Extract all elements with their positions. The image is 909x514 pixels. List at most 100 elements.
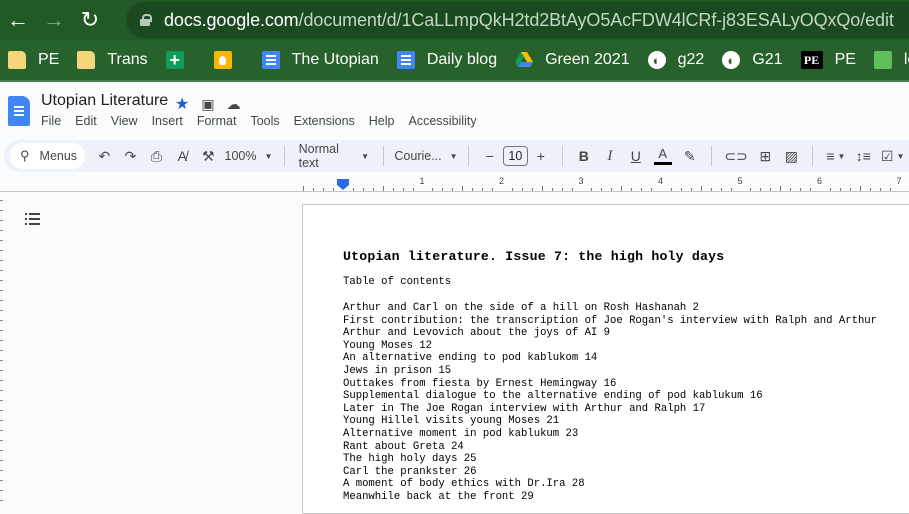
toc-entry[interactable]: The high holy days 25 — [343, 453, 877, 466]
bookmark-green-2021[interactable]: Green 2021 — [515, 51, 630, 69]
link-icon[interactable]: ⊂⊃ — [724, 148, 747, 165]
globe-icon: ◐ — [722, 51, 741, 69]
toc-entry[interactable]: Rant about Greta 24 — [343, 441, 877, 454]
zoom-select[interactable]: 100% ▼ — [225, 149, 273, 163]
search-menus-button[interactable]: ⚲ Menus — [10, 143, 86, 169]
bookmark-daily-blog[interactable]: Daily blog — [396, 51, 497, 69]
ruler-tick — [472, 188, 474, 191]
align-icon[interactable]: ≡ ▼ — [826, 148, 845, 164]
text-color-button[interactable]: A — [653, 147, 672, 165]
reload-icon: ↻ — [80, 7, 100, 32]
bookmark-g21[interactable]: ◐ G21 — [722, 51, 783, 69]
undo-icon[interactable]: ↶ — [97, 148, 111, 165]
url-field[interactable]: docs.google.com/document/d/1CaLLmpQkH2td… — [126, 2, 909, 38]
toc-entry[interactable]: An alternative ending to pod kablukom 14 — [343, 352, 877, 365]
ruler-tick — [452, 188, 454, 191]
cloud-saved-icon[interactable]: ☁ — [227, 96, 241, 113]
style-select[interactable]: Normal text ▼ — [299, 142, 369, 170]
toc-entry[interactable]: Young Moses 12 — [343, 340, 877, 353]
bookmark-the-utopian[interactable]: The Utopian — [261, 51, 379, 69]
sheets-icon: + — [165, 50, 184, 70]
move-folder-icon[interactable]: ▣ — [201, 96, 214, 113]
toc-entry[interactable]: A moment of body ethics with Dr.Ira 28 — [343, 478, 877, 491]
toc-entry[interactable]: Meanwhile back at the front 29 — [343, 491, 877, 504]
toolbar-divider — [467, 146, 469, 166]
toc-entry[interactable]: Later in The Joe Rogan interview with Ar… — [343, 403, 877, 416]
back-arrow-icon: ← — [7, 7, 29, 32]
ruler-tick — [790, 188, 792, 191]
line-spacing-icon[interactable]: ↕≡ — [856, 148, 871, 164]
ruler-tick — [521, 188, 523, 191]
toc-entry[interactable]: Young Hillel visits young Moses 21 — [343, 415, 877, 428]
toc-entry[interactable]: Supplemental dialogue to the alternative… — [343, 390, 877, 403]
print-icon[interactable]: ⎙ — [149, 148, 163, 165]
ruler-number: 1 — [419, 176, 425, 186]
document-title[interactable]: Utopian Literature — [41, 92, 168, 110]
bookmark-g22[interactable]: ◐ g22 — [647, 51, 704, 69]
menu-file[interactable]: File — [41, 114, 61, 128]
toc-list: Arthur and Carl on the side of a hill on… — [343, 302, 877, 504]
menu-format[interactable]: Format — [197, 114, 237, 128]
spellcheck-icon[interactable]: A̸ — [175, 148, 189, 164]
menu-bar: File Edit View Insert Format Tools Exten… — [41, 114, 491, 128]
increase-font-size-icon[interactable]: + — [534, 148, 548, 164]
menu-insert[interactable]: Insert — [152, 114, 183, 128]
font-size-input[interactable]: 10 — [502, 146, 528, 166]
ruler-tick — [412, 188, 414, 191]
back-button[interactable]: ← — [0, 0, 36, 40]
ruler-tick — [849, 188, 851, 191]
italic-button[interactable]: I — [603, 148, 617, 165]
ruler-tick — [352, 188, 354, 191]
add-comment-icon[interactable]: ⊞ — [758, 148, 772, 165]
outline-icon[interactable] — [25, 212, 41, 226]
bookmark-local[interactable]: local — [873, 51, 909, 69]
bookmark-trans[interactable]: Trans — [77, 51, 148, 69]
docs-home-icon[interactable] — [8, 96, 30, 126]
toc-entry[interactable]: Arthur and Levovich about the joys of AI… — [343, 327, 877, 340]
toc-entry[interactable]: Alternative moment in pod kablukum 23 — [343, 428, 877, 441]
toc-entry[interactable]: Jews in prison 15 — [343, 365, 877, 378]
indent-marker[interactable] — [337, 179, 349, 190]
paint-format-icon[interactable]: ⚒ — [201, 148, 215, 165]
menu-accessibility[interactable]: Accessibility — [409, 114, 477, 128]
ruler-tick — [780, 186, 782, 191]
underline-button[interactable]: U — [629, 148, 643, 164]
menu-extensions[interactable]: Extensions — [294, 114, 355, 128]
star-icon[interactable]: ★ — [175, 94, 189, 114]
menu-edit[interactable]: Edit — [75, 114, 97, 128]
document-page[interactable]: Utopian literature. Issue 7: the high ho… — [302, 204, 909, 514]
ruler-tick — [839, 188, 841, 191]
checklist-icon[interactable]: ☑ ▼ — [881, 148, 904, 165]
decrease-font-size-icon[interactable]: − — [483, 148, 497, 164]
bookmark-label: PE — [834, 51, 856, 68]
menu-help[interactable]: Help — [369, 114, 395, 128]
bookmark-keep[interactable] — [213, 51, 244, 69]
toc-entry[interactable]: First contribution: the transcription of… — [343, 315, 877, 328]
highlight-pen-icon[interactable]: ✎ — [683, 148, 697, 165]
bookmark-pe-site[interactable]: PE PE — [800, 51, 856, 69]
font-select[interactable]: Courie... ▼ — [394, 149, 457, 163]
ruler-tick — [541, 186, 543, 191]
keep-icon — [213, 51, 232, 69]
ruler-tick — [372, 188, 374, 191]
drive-icon — [515, 51, 534, 69]
ruler-tick — [829, 188, 831, 191]
bookmark-pe[interactable]: PE — [8, 51, 59, 69]
menu-view[interactable]: View — [111, 114, 138, 128]
ruler-tick — [492, 188, 494, 191]
bold-button[interactable]: B — [577, 148, 591, 164]
ruler-tick — [392, 188, 394, 191]
forward-button[interactable]: → — [36, 0, 72, 40]
redo-icon[interactable]: ↷ — [123, 148, 137, 165]
bookmark-label: The Utopian — [291, 51, 379, 68]
toc-entry[interactable]: Carl the prankster 26 — [343, 466, 877, 479]
bookmark-label: PE — [38, 51, 60, 68]
insert-image-icon[interactable]: ▨ — [784, 148, 798, 165]
menu-tools[interactable]: Tools — [250, 114, 279, 128]
toc-entry[interactable]: Outtakes from fiesta by Ernest Hemingway… — [343, 378, 877, 391]
reload-button[interactable]: ↻ — [72, 0, 108, 40]
bookmark-sheets[interactable]: + — [165, 50, 196, 70]
toc-entry[interactable]: Arthur and Carl on the side of a hill on… — [343, 302, 877, 315]
ruler-tick — [362, 188, 364, 191]
globe-icon: ◐ — [647, 51, 666, 69]
